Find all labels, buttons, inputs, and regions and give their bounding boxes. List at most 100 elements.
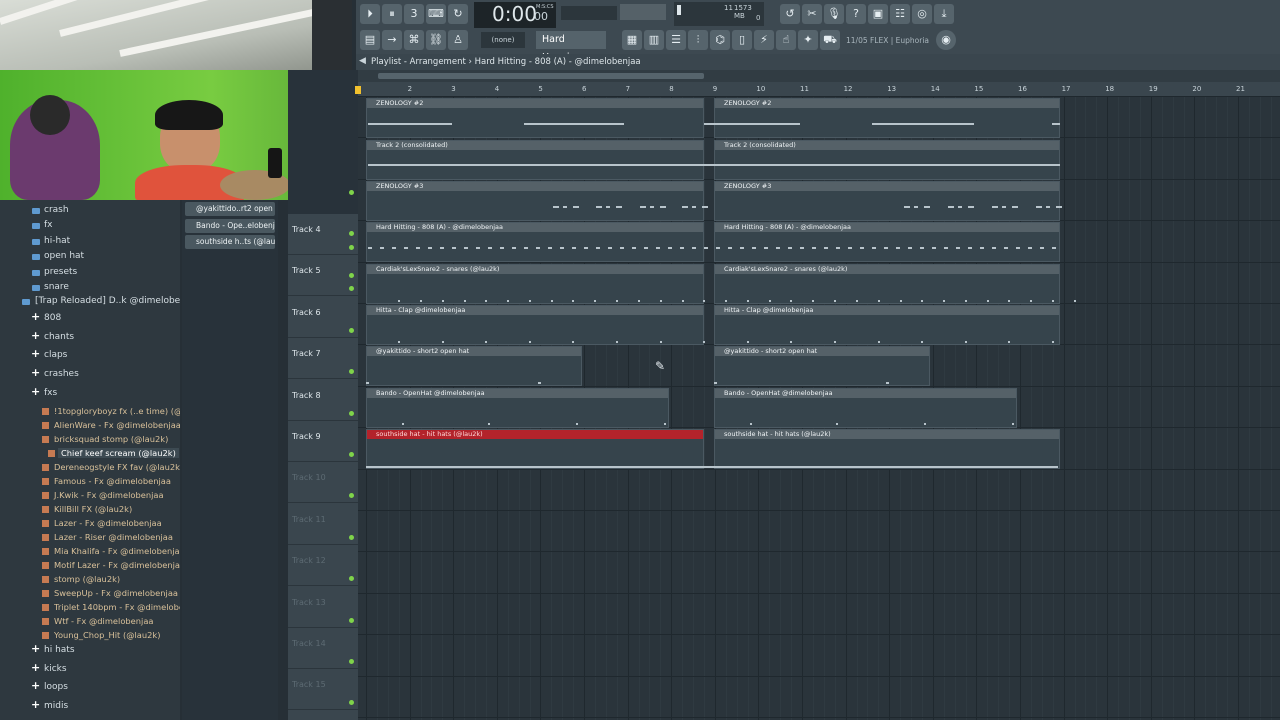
track-mute-led[interactable]: [349, 452, 354, 457]
plug-icon[interactable]: ⚡: [754, 30, 774, 50]
browser-file[interactable]: Chief keef scream (@lau2k): [58, 448, 179, 458]
playlist-clip[interactable]: Hard Hitting - 808 (A) - @dimelobenjaa: [366, 222, 704, 262]
playlist-clip[interactable]: ZENOLOGY #3: [714, 181, 1060, 221]
track-mute-led[interactable]: [349, 659, 354, 664]
browser-file[interactable]: Young_Chop_Hit (@lau2k): [54, 630, 160, 640]
plugin-picker-icon[interactable]: ⌬: [710, 30, 730, 50]
stamp-icon[interactable]: ♙: [448, 30, 468, 50]
track-mute-led[interactable]: [349, 700, 354, 706]
cut-icon[interactable]: ✂: [802, 4, 822, 24]
snap-icon[interactable]: ⌘: [404, 30, 424, 50]
expand-icon[interactable]: +: [31, 329, 40, 342]
track-mute-led[interactable]: [349, 576, 354, 582]
browser-file[interactable]: AlienWare - Fx @dimelobenjaa: [54, 420, 180, 430]
expand-icon[interactable]: +: [31, 661, 40, 674]
playlist-icon[interactable]: ▦: [622, 30, 642, 50]
expand-icon[interactable]: +: [31, 679, 40, 692]
browser-group[interactable]: loops: [44, 682, 68, 692]
help-icon[interactable]: ?: [846, 4, 866, 24]
browser-file[interactable]: Famous - Fx @dimelobenjaa: [54, 476, 171, 486]
playlist-scrollbar[interactable]: [356, 70, 1280, 82]
browser-icon[interactable]: ▯: [732, 30, 752, 50]
track-header[interactable]: Track 14: [288, 628, 358, 669]
playlist-clip[interactable]: Bando - OpenHat @dimelobenjaa: [714, 388, 1017, 428]
browser-group[interactable]: claps: [44, 350, 67, 360]
playlist-clip[interactable]: ZENOLOGY #3: [366, 181, 704, 221]
countdown-icon[interactable]: 3: [404, 4, 424, 24]
track-mute-led[interactable]: [349, 245, 354, 250]
scroll-thumb[interactable]: [378, 73, 704, 79]
track-header[interactable]: Track 10: [288, 462, 358, 504]
picker-item[interactable]: @yakittido..rt2 open hat: [185, 202, 275, 216]
step-edit-icon[interactable]: ⌨: [426, 4, 446, 24]
browser-file[interactable]: Triplet 140bpm - Fx @dimelobenjaa: [54, 602, 180, 612]
track-mute-led[interactable]: [349, 190, 354, 195]
playlist-clip[interactable]: Track 2 (consolidated): [366, 140, 704, 180]
browser-group[interactable]: hi hats: [44, 645, 75, 655]
playlist-clip[interactable]: Track 2 (consolidated): [714, 140, 1060, 180]
browser-file[interactable]: KillBill FX (@lau2k): [54, 504, 132, 514]
browser-file[interactable]: Dereneogstyle FX fav (@lau2k): [54, 462, 180, 472]
track-header[interactable]: Track 7: [288, 338, 358, 380]
globe-icon[interactable]: ◉: [936, 30, 956, 50]
playlist-clip[interactable]: southside hat - hit hats (@lau2k): [366, 429, 704, 469]
playlist-clip[interactable]: southside hat - hit hats (@lau2k): [714, 429, 1060, 469]
playlist-grid[interactable]: 2 3 4 5 6 7 8 9 10 11 12 13 14 15 16 17 18 19 20 21 ZENOLOG…: [358, 82, 1280, 720]
wand-icon[interactable]: ✦: [798, 30, 818, 50]
track-header[interactable]: Track 8: [288, 380, 358, 421]
browser-file[interactable]: !1topgloryboyz fx (..e time) (@lau2k): [54, 406, 180, 416]
expand-icon[interactable]: +: [31, 347, 40, 360]
browser-file[interactable]: bricksquad stomp (@lau2k): [54, 434, 168, 444]
playlist-clip[interactable]: Cardiak'sLexSnare2 - snares (@lau2k): [714, 264, 1060, 304]
browser-folder[interactable]: snare: [44, 282, 69, 292]
browser-file[interactable]: Lazer - Riser @dimelobenjaa: [54, 532, 173, 542]
track-header[interactable]: Track 15: [288, 669, 358, 711]
track-header[interactable]: Track 6: [288, 297, 358, 338]
browser-file[interactable]: Mia Khalifa - Fx @dimelobenjaa: [54, 546, 180, 556]
browser-folder[interactable]: hi-hat: [44, 236, 70, 246]
playlist-clip[interactable]: Hard Hitting - 808 (A) - @dimelobenjaa: [714, 222, 1060, 262]
playlist-clip[interactable]: Hitta - Clap @dimelobenjaa: [366, 305, 704, 345]
tempo-display[interactable]: [620, 4, 666, 20]
arrow-icon[interactable]: →: [382, 30, 402, 50]
playlist-clip[interactable]: @yakittido - short2 open hat: [714, 346, 930, 386]
expand-icon[interactable]: +: [31, 642, 40, 655]
track-header[interactable]: Track 9: [288, 421, 358, 462]
track-header[interactable]: Track 12: [288, 545, 358, 587]
track-mute-led[interactable]: [349, 617, 354, 623]
expand-icon[interactable]: +: [31, 366, 40, 379]
loop-record-icon[interactable]: ↻: [448, 4, 468, 24]
playlist-clip[interactable]: ZENOLOGY #2: [714, 98, 1060, 138]
picker-item[interactable]: southside h..ts (@lau2k): [185, 235, 275, 249]
playhead-marker[interactable]: [355, 86, 361, 94]
playlist-clip[interactable]: Bando - OpenHat @dimelobenjaa: [366, 388, 669, 428]
browser-group[interactable]: chants: [44, 332, 74, 342]
piano-roll-icon[interactable]: ▥: [644, 30, 664, 50]
picker-item[interactable]: Bando - Ope..elobenjaa: [185, 218, 275, 233]
chat-icon[interactable]: ◎: [912, 4, 932, 24]
playlist-clip[interactable]: Cardiak'sLexSnare2 - snares (@lau2k): [366, 264, 704, 304]
track-mute-led[interactable]: [349, 410, 354, 416]
browser-group[interactable]: crashes: [44, 369, 79, 379]
playlist-clip[interactable]: Hitta - Clap @dimelobenjaa: [714, 305, 1060, 345]
browser-file[interactable]: Wtf - Fx @dimelobenjaa: [54, 616, 154, 626]
master-pitch-slider[interactable]: [561, 6, 617, 20]
browser-file[interactable]: Lazer - Fx @dimelobenjaa: [54, 518, 162, 528]
undo-icon[interactable]: ↺: [780, 4, 800, 24]
link-icon[interactable]: ⛓: [426, 30, 446, 50]
browser-group[interactable]: midis: [44, 701, 68, 711]
track-header[interactable]: Track 5: [288, 255, 358, 297]
track-header[interactable]: Track 4: [288, 214, 358, 255]
browser-group[interactable]: 808: [44, 313, 61, 323]
track-mute-led[interactable]: [349, 286, 354, 292]
mic-icon[interactable]: 🎙: [824, 4, 844, 24]
browser-file[interactable]: stomp (@lau2k): [54, 574, 120, 584]
playlist-menu-icon[interactable]: ◀: [359, 56, 366, 66]
keyboard-icon[interactable]: ▤: [360, 30, 380, 50]
touch-icon[interactable]: ☝: [776, 30, 796, 50]
channel-rack-icon[interactable]: ☰: [666, 30, 686, 50]
cart-icon[interactable]: ⛟: [820, 30, 840, 50]
browser-group[interactable]: kicks: [44, 664, 67, 674]
browser-pack[interactable]: [Trap Reloaded] D..k @dimelobenjaa: [35, 296, 180, 306]
browser-folder[interactable]: crash: [44, 205, 69, 215]
